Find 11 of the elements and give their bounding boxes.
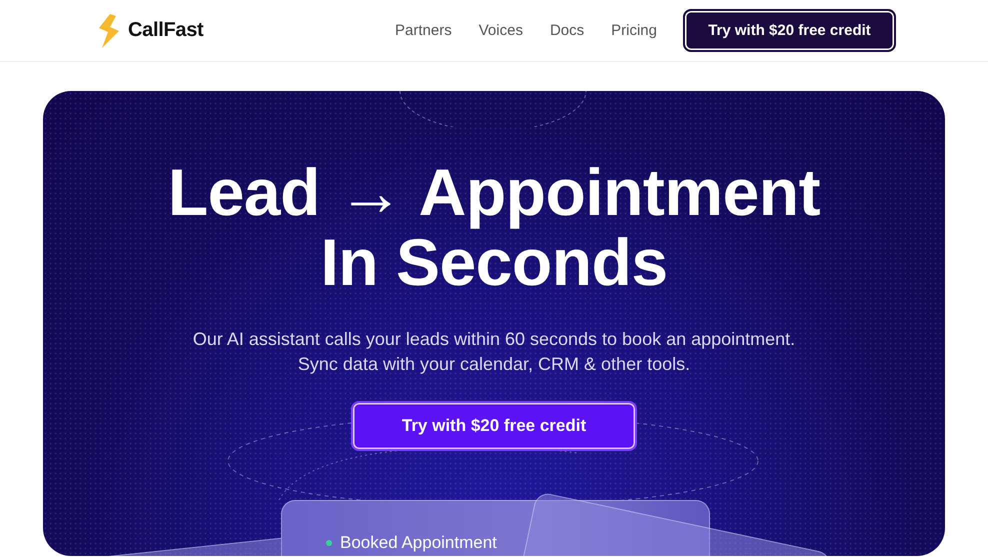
- nav-link[interactable]: Voices: [478, 22, 523, 39]
- brand-name: CallFast: [128, 19, 204, 42]
- nav-link[interactable]: Partners: [395, 22, 452, 39]
- hero-headline: Lead → Appointment In Seconds: [168, 157, 820, 297]
- card-label: Booked Appointment: [340, 533, 497, 553]
- lightning-logo-icon: [96, 14, 122, 48]
- free-credit-button[interactable]: Try with $20 free credit: [683, 9, 896, 52]
- nav-link[interactable]: Pricing: [611, 22, 657, 39]
- free-credit-button[interactable]: Try with $20 free credit: [351, 401, 637, 451]
- hero-subtitle: Our AI assistant calls your leads within 60 seconds to book an appointment. Sync data with your calendar, CRM & other tools.: [192, 328, 796, 376]
- nav-link[interactable]: Docs: [550, 22, 584, 39]
